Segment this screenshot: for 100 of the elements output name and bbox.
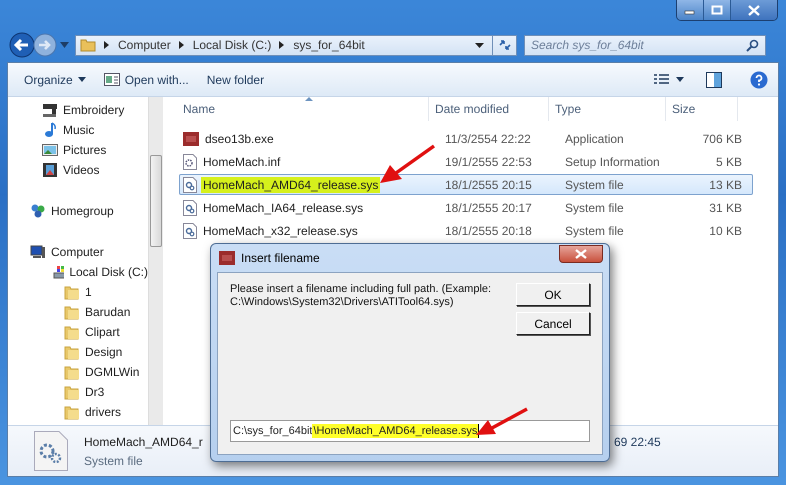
chevron-icon[interactable] xyxy=(279,41,286,49)
search-icon xyxy=(746,38,759,52)
machine-icon xyxy=(42,102,58,118)
computer-icon xyxy=(30,244,46,260)
nav-item[interactable]: Music xyxy=(8,120,148,140)
dialog-title: Insert filename xyxy=(241,251,320,265)
system-file-icon xyxy=(183,176,197,192)
nav-item[interactable]: 1 xyxy=(8,282,148,302)
preview-pane-icon[interactable] xyxy=(706,72,722,88)
close-button[interactable] xyxy=(559,244,603,262)
toolbar-button[interactable]: New folder xyxy=(204,70,274,90)
window-icon xyxy=(104,73,120,86)
file-row[interactable]: HomeMach.inf 19/1/2555 22:53 Setup Information 5 KB xyxy=(179,151,753,172)
file-row[interactable]: HomeMach_IA64_release.sys 18/1/2555 20:17 System file 31 KB xyxy=(179,197,753,218)
date-cell-text: 18/1/2555 20:17 xyxy=(444,200,533,214)
nav-item[interactable]: Barudan xyxy=(8,302,148,322)
size-cell-text: 31 KB xyxy=(708,200,743,214)
file-row[interactable]: dseo13b.exe 11/3/2554 22:22 Application 706 KB xyxy=(179,128,753,149)
toolbar-button[interactable]: Open with... xyxy=(102,70,199,90)
date-text: 69 22:45 xyxy=(614,435,661,449)
application-icon xyxy=(183,132,199,146)
close-button[interactable] xyxy=(731,0,777,20)
refresh-icon xyxy=(496,38,512,52)
column-header[interactable]: Date modified xyxy=(429,97,549,121)
system-file-icon xyxy=(183,200,197,216)
dialog-button[interactable]: OK xyxy=(516,283,590,306)
nav-item[interactable]: Local Disk (C:) xyxy=(8,262,148,282)
sort-arrow-icon xyxy=(304,97,313,101)
file-name: dseo13b.exe xyxy=(204,130,275,146)
type-cell-text: System file xyxy=(564,224,625,238)
file-name: HomeMach.inf xyxy=(202,154,282,170)
type-cell-text: Setup Information xyxy=(564,154,661,168)
file-name: HomeMach_x32_release.sys xyxy=(202,222,359,238)
view-options-icon[interactable] xyxy=(654,74,670,86)
address-bar[interactable]: Computer Local Disk (C:) sys_for_64bit xyxy=(75,34,493,56)
nav-item[interactable]: Homegroup xyxy=(8,201,148,221)
type-cell-text: System file xyxy=(564,200,625,214)
maximize-icon xyxy=(711,5,723,15)
history-dropdown-icon[interactable] xyxy=(60,42,69,48)
file-row[interactable]: HomeMach_x32_release.sys 18/1/2555 20:18 System file 10 KB xyxy=(179,220,753,241)
caret-icon xyxy=(78,77,86,82)
music-note-icon xyxy=(42,122,58,138)
nav-item[interactable]: drivers xyxy=(8,402,148,422)
minimize-button[interactable] xyxy=(677,0,704,20)
column-header[interactable]: Type xyxy=(549,97,666,121)
folder-icon xyxy=(64,284,80,300)
size-cell-text: 5 KB xyxy=(714,154,743,168)
nav-item[interactable]: Design xyxy=(8,342,148,362)
column-header[interactable]: Name xyxy=(166,97,429,121)
search-field[interactable]: Search sys_for_64bit xyxy=(524,34,766,56)
nav-item[interactable]: Embroidery xyxy=(8,100,148,120)
file-row[interactable]: HomeMach_AMD64_release.sys 18/1/2555 20:15 System file 13 KB xyxy=(179,174,753,195)
system-file-icon xyxy=(183,222,197,238)
nav-item[interactable]: DGMLWin xyxy=(8,362,148,382)
folder-icon xyxy=(64,324,80,340)
refresh-button[interactable] xyxy=(493,34,517,56)
forward-button[interactable] xyxy=(33,33,57,57)
settings-file-icon xyxy=(183,154,197,170)
folder-icon xyxy=(80,37,96,53)
nav-item[interactable]: Dr3 xyxy=(8,382,148,402)
file-type: System file xyxy=(84,454,144,468)
folder-icon xyxy=(64,344,80,360)
size-cell-text: 706 KB xyxy=(702,132,743,146)
type-cell-text: Application xyxy=(564,132,625,146)
nav-item[interactable]: Videos xyxy=(8,160,148,180)
nav-item[interactable]: Clipart xyxy=(8,322,148,342)
app-icon xyxy=(219,251,235,265)
back-button[interactable] xyxy=(9,32,35,58)
folder-icon xyxy=(64,304,80,320)
file-name: HomeMach_AMD64_r xyxy=(84,434,204,448)
drive-icon xyxy=(53,264,64,280)
picture-icon xyxy=(42,142,58,158)
folder-icon xyxy=(64,404,80,420)
column-header[interactable]: Size xyxy=(666,97,738,121)
toolbar-button[interactable]: Organize xyxy=(22,70,96,90)
dropdown-icon[interactable] xyxy=(676,77,684,82)
chevron-icon[interactable] xyxy=(178,41,185,49)
chevron-icon[interactable] xyxy=(104,41,110,49)
breadcrumb-item[interactable]: Local Disk (C:) xyxy=(192,38,272,52)
folder-icon xyxy=(64,364,80,380)
breadcrumb-item[interactable]: Computer xyxy=(118,38,171,52)
scrollbar[interactable] xyxy=(148,97,163,425)
nav-item[interactable]: Pictures xyxy=(8,140,148,160)
nav-item[interactable]: Computer xyxy=(8,242,148,262)
arrow xyxy=(378,143,438,185)
system-file-icon xyxy=(34,431,68,471)
input-field[interactable]: C:\sys_for_64bit\HomeMach_AMD64_release.sys xyxy=(230,420,590,442)
size-cell-text: 13 KB xyxy=(708,178,743,192)
dialog-button[interactable]: Cancel xyxy=(516,312,590,335)
size-cell-text: 10 KB xyxy=(708,224,743,238)
type-cell-text: System file xyxy=(564,178,625,192)
help-icon[interactable] xyxy=(750,70,768,88)
maximize-button[interactable] xyxy=(704,0,731,20)
folder-icon xyxy=(64,384,80,400)
breadcrumb-item[interactable]: sys_for_64bit xyxy=(293,38,365,52)
file-name: HomeMach_IA64_release.sys xyxy=(202,200,364,216)
file-name: HomeMach_AMD64_release.sys xyxy=(201,176,380,192)
close-icon xyxy=(575,248,587,258)
homegroup-icon xyxy=(30,203,46,219)
dropdown-icon[interactable] xyxy=(475,42,484,48)
